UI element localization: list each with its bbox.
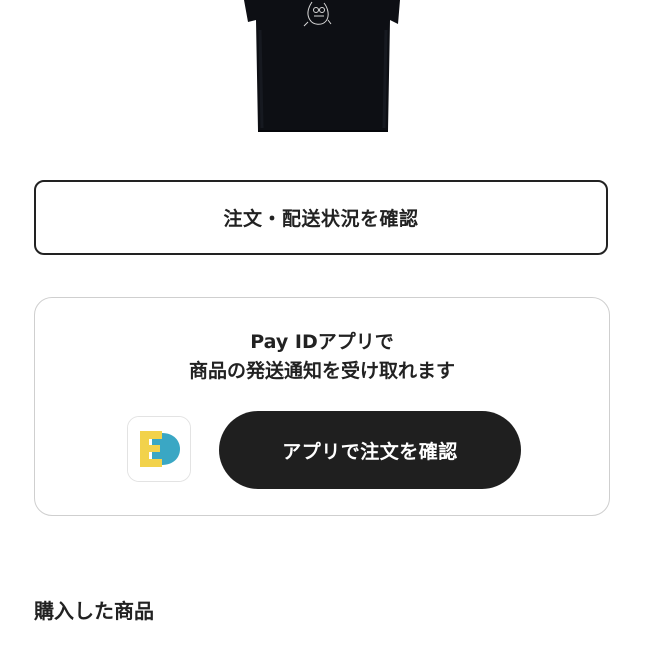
purchased-items-heading: 購入した商品: [34, 599, 154, 623]
payid-message: Pay IDアプリで 商品の発送通知を受け取れます: [35, 328, 609, 386]
open-app-order-button[interactable]: アプリで注文を確認: [219, 411, 521, 489]
open-app-order-button-label: アプリで注文を確認: [282, 440, 458, 463]
payid-app-card: Pay IDアプリで 商品の発送通知を受け取れます アプリで注文を確認: [34, 297, 610, 516]
tshirt-image-icon: [200, 0, 406, 140]
payid-message-line1: Pay IDアプリで: [250, 331, 394, 353]
order-status-button-label: 注文・配送状況を確認: [223, 208, 419, 230]
page: 注文・配送状況を確認 Pay IDアプリで 商品の発送通知を受け取れます アプリ…: [0, 0, 647, 647]
order-status-button[interactable]: 注文・配送状況を確認: [34, 180, 608, 255]
pay-id-app-icon: [127, 416, 191, 482]
payid-message-line2: 商品の発送通知を受け取れます: [188, 360, 455, 382]
product-image: [200, 0, 406, 140]
